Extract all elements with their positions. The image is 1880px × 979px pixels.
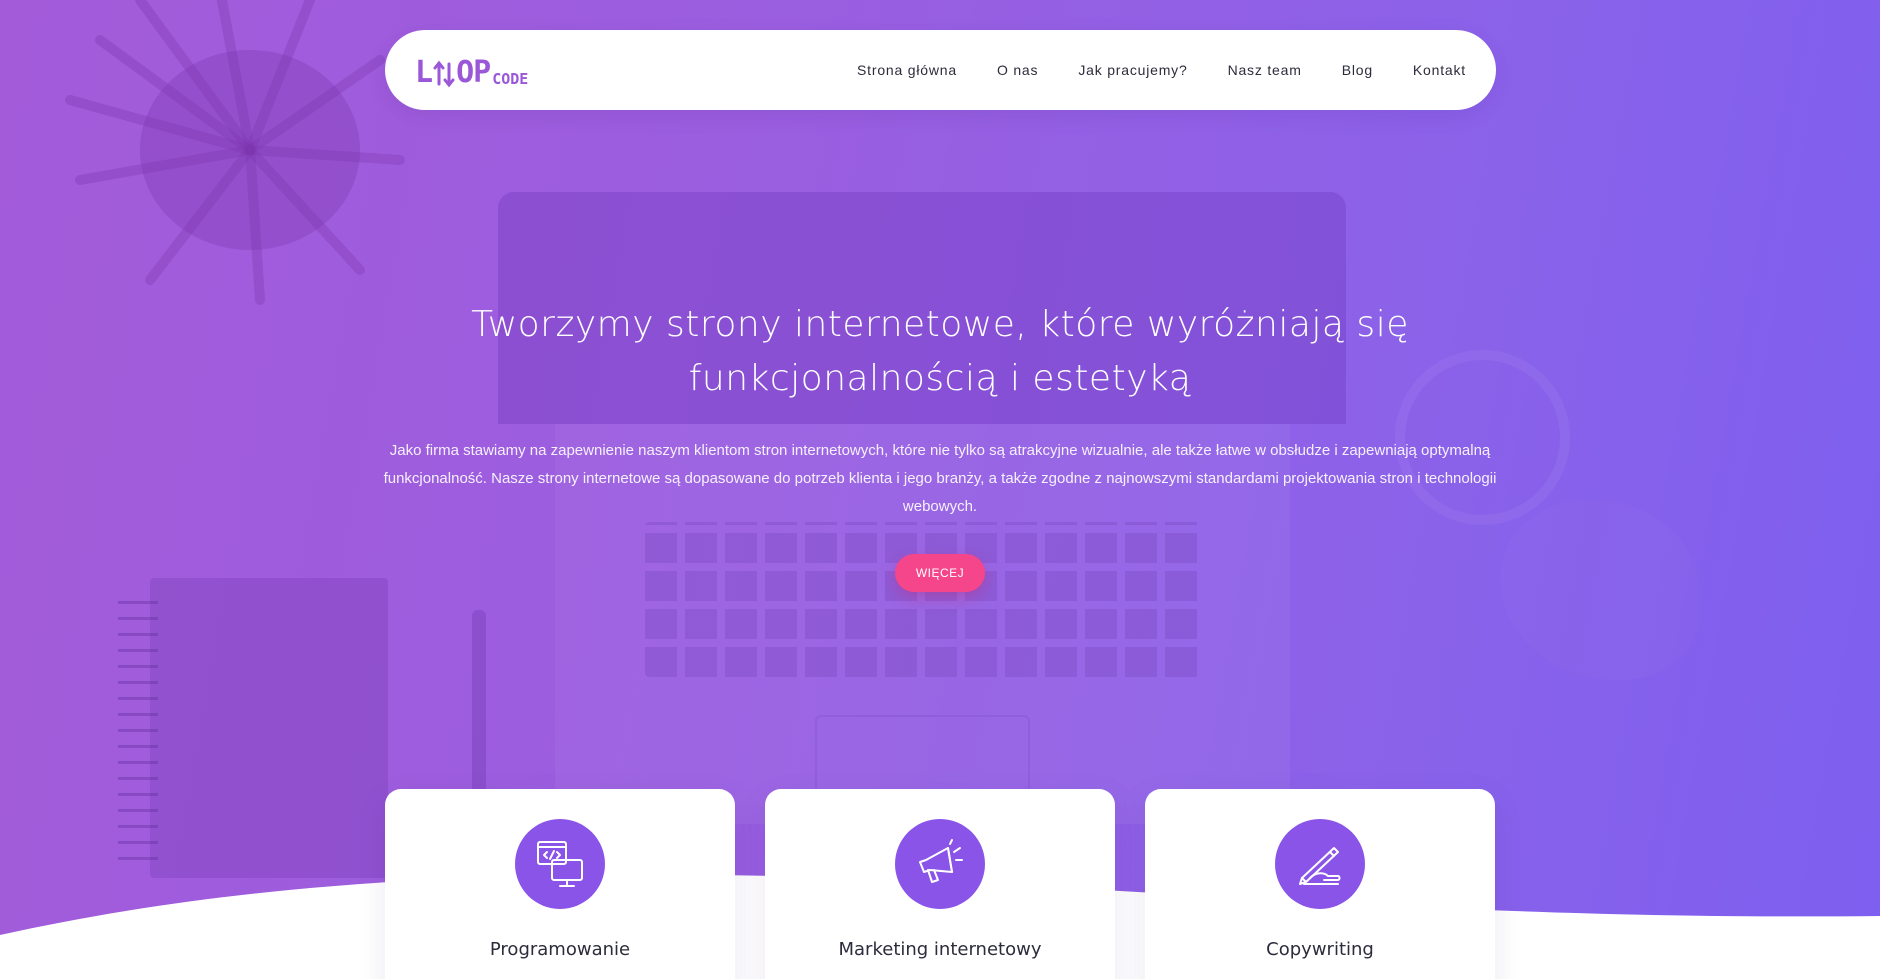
- loop-arrows-icon: [433, 60, 455, 88]
- writing-hand-icon: [1275, 819, 1365, 909]
- hero-title-line-2: funkcjonalnością i estetyką: [688, 358, 1192, 399]
- service-card-marketing[interactable]: Marketing internetowy: [765, 789, 1115, 979]
- service-title: Marketing internetowy: [838, 939, 1042, 960]
- nav-item-team[interactable]: Nasz team: [1228, 62, 1302, 78]
- nav-item-contact[interactable]: Kontakt: [1413, 62, 1466, 78]
- service-card-copywriting[interactable]: Copywriting: [1145, 789, 1495, 979]
- hero-description: Jako firma stawiamy na zapewnienie naszy…: [383, 442, 1497, 515]
- nav-item-about[interactable]: O nas: [997, 62, 1038, 78]
- pen-decoration: [472, 610, 486, 810]
- hero-title-line-1: Tworzymy strony internetowe, które wyróż…: [471, 304, 1409, 345]
- logo-letters-op: OP: [456, 55, 491, 90]
- nav-item-home[interactable]: Strona główna: [857, 62, 957, 78]
- megaphone-icon: [895, 819, 985, 909]
- hand-decoration: [1500, 500, 1700, 680]
- keyboard-decoration: [645, 522, 1200, 677]
- service-title: Programowanie: [489, 939, 631, 960]
- logo-suffix: CODE: [492, 70, 529, 88]
- nav-item-blog[interactable]: Blog: [1342, 62, 1373, 78]
- plant-decoration: [65, 0, 405, 305]
- notebook-spiral-decoration: [118, 600, 158, 860]
- service-title: Copywriting: [1266, 939, 1374, 960]
- hero-title: Tworzymy strony internetowe, które wyróż…: [440, 298, 1440, 406]
- code-monitor-icon: [515, 819, 605, 909]
- logo-letter-l: L: [415, 55, 433, 90]
- more-button[interactable]: WIĘCEJ: [895, 554, 985, 592]
- nav-menu: Strona główna O nas Jak pracujemy? Nasz …: [857, 30, 1466, 110]
- service-card-programming[interactable]: Programowanie: [385, 789, 735, 979]
- navbar: L OP CODE Strona główna O nas Jak pracuj…: [385, 30, 1496, 110]
- nav-item-how-we-work[interactable]: Jak pracujemy?: [1078, 62, 1187, 78]
- notebook-decoration: [150, 578, 388, 878]
- loopcode-logo[interactable]: L OP CODE: [415, 52, 529, 90]
